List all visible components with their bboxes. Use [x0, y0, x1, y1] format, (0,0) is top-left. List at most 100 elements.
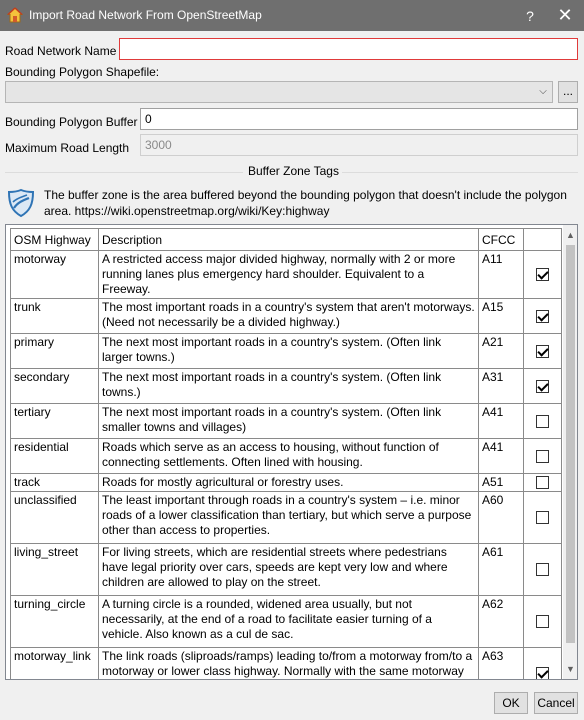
include-checkbox[interactable]: [536, 344, 549, 358]
cell-osm-highway: turning_circle: [10, 595, 99, 648]
cell-osm-highway: track: [10, 473, 99, 492]
cell-osm-highway: unclassified: [10, 491, 99, 544]
scrollbar-thumb[interactable]: [566, 245, 575, 643]
cell-osm-highway: motorway_link: [10, 647, 99, 679]
include-checkbox[interactable]: [536, 309, 549, 323]
include-checkbox[interactable]: [536, 414, 549, 428]
cell-osm-highway: primary: [10, 333, 99, 369]
vertical-scrollbar[interactable]: ▲ ▼: [563, 225, 577, 679]
cell-description: Roads which serve as an access to housin…: [98, 438, 479, 474]
column-header-include[interactable]: [523, 228, 562, 251]
cell-description: The next most important roads in a count…: [98, 333, 479, 369]
cell-include: [523, 368, 562, 404]
include-checkbox[interactable]: [536, 379, 549, 393]
home-icon: [7, 7, 23, 23]
buffer-zone-section-header: Buffer Zone Tags: [0, 164, 584, 180]
column-header-description[interactable]: Description: [98, 228, 479, 251]
include-checkbox[interactable]: [536, 667, 549, 679]
section-title: Buffer Zone Tags: [248, 164, 339, 178]
shield-info-icon: [7, 188, 35, 218]
cell-include: [523, 595, 562, 648]
scroll-up-arrow-icon[interactable]: ▲: [563, 227, 577, 243]
close-button[interactable]: ✕: [546, 0, 584, 31]
ok-button[interactable]: OK: [494, 692, 528, 714]
highway-tags-table: OSM Highway Description CFCC motorway A r…: [10, 228, 562, 679]
cell-description: The most important roads in a country's …: [98, 298, 479, 334]
cell-include: [523, 473, 562, 492]
buffer-zone-info-text: The buffer zone is the area buffered bey…: [44, 188, 567, 218]
table-row[interactable]: primary The next most important roads in …: [10, 333, 562, 369]
table-row[interactable]: track Roads for mostly agricultural or fo…: [10, 473, 562, 492]
table-row[interactable]: turning_circle A turning circle is a roun…: [10, 595, 562, 648]
table-row[interactable]: unclassified The least important through …: [10, 491, 562, 544]
cell-include: [523, 333, 562, 369]
include-checkbox[interactable]: [536, 511, 549, 525]
table-row[interactable]: motorway_link The link roads (sliproads/r…: [10, 647, 562, 679]
road-network-name-input[interactable]: [119, 38, 578, 60]
cell-description: The least important through roads in a c…: [98, 491, 479, 544]
cell-description: The next most important roads in a count…: [98, 403, 479, 439]
cell-cfcc: A21: [478, 333, 524, 369]
window-title: Import Road Network From OpenStreetMap: [29, 8, 262, 22]
divider: [5, 172, 243, 173]
column-header-cfcc[interactable]: CFCC: [478, 228, 524, 251]
help-button[interactable]: ?: [519, 5, 541, 27]
max-road-length-input[interactable]: 3000: [140, 134, 578, 156]
table-row[interactable]: tertiary The next most important roads in…: [10, 403, 562, 439]
cell-description: The link roads (sliproads/ramps) leading…: [98, 647, 479, 679]
cell-description: For living streets, which are residentia…: [98, 543, 479, 596]
table-header-row: OSM Highway Description CFCC: [10, 228, 562, 251]
cell-include: [523, 647, 562, 679]
cell-cfcc: A11: [478, 250, 524, 299]
cell-cfcc: A62: [478, 595, 524, 648]
cell-include: [523, 403, 562, 439]
table-row[interactable]: trunk The most important roads in a count…: [10, 298, 562, 334]
cell-include: [523, 438, 562, 474]
buffer-label: Bounding Polygon Buffer: [5, 115, 138, 129]
cell-osm-highway: residential: [10, 438, 99, 474]
cell-include: [523, 298, 562, 334]
chevron-down-icon: ⌵: [539, 86, 547, 97]
column-header-osm-highway[interactable]: OSM Highway: [10, 228, 99, 251]
cell-cfcc: A41: [478, 403, 524, 439]
cell-osm-highway: tertiary: [10, 403, 99, 439]
title-bar: Import Road Network From OpenStreetMap ?…: [0, 0, 584, 31]
cell-description: Roads for mostly agricultural or forestr…: [98, 473, 479, 492]
cell-description: The next most important roads in a count…: [98, 368, 479, 404]
cell-osm-highway: trunk: [10, 298, 99, 334]
cell-include: [523, 543, 562, 596]
scroll-down-arrow-icon[interactable]: ▼: [563, 661, 577, 677]
highway-tags-table-container: OSM Highway Description CFCC motorway A r…: [5, 224, 578, 680]
shapefile-label: Bounding Polygon Shapefile:: [5, 65, 160, 79]
table-row[interactable]: residential Roads which serve as an acces…: [10, 438, 562, 474]
cell-cfcc: A61: [478, 543, 524, 596]
cell-cfcc: A41: [478, 438, 524, 474]
cancel-button[interactable]: Cancel: [534, 692, 578, 714]
cell-description: A turning circle is a rounded, widened a…: [98, 595, 479, 648]
road-network-name-label: Road Network Name: [5, 44, 117, 58]
buffer-input[interactable]: 0: [140, 108, 578, 130]
cell-cfcc: A31: [478, 368, 524, 404]
max-road-length-label: Maximum Road Length: [5, 141, 130, 155]
cell-include: [523, 250, 562, 299]
cell-osm-highway: motorway: [10, 250, 99, 299]
shapefile-combobox[interactable]: ⌵: [5, 81, 553, 103]
include-checkbox[interactable]: [536, 449, 549, 463]
cell-cfcc: A60: [478, 491, 524, 544]
cell-cfcc: A63: [478, 647, 524, 679]
include-checkbox[interactable]: [536, 268, 549, 282]
cell-include: [523, 491, 562, 544]
table-row[interactable]: motorway A restricted access major divide…: [10, 250, 562, 299]
divider: [342, 172, 578, 173]
cell-cfcc: A51: [478, 473, 524, 492]
cell-description: A restricted access major divided highwa…: [98, 250, 479, 299]
include-checkbox[interactable]: [536, 563, 549, 577]
browse-button[interactable]: ...: [558, 81, 578, 103]
cell-osm-highway: living_street: [10, 543, 99, 596]
table-row[interactable]: secondary The next most important roads i…: [10, 368, 562, 404]
cell-osm-highway: secondary: [10, 368, 99, 404]
include-checkbox[interactable]: [536, 615, 549, 629]
include-checkbox[interactable]: [536, 476, 549, 490]
cell-cfcc: A15: [478, 298, 524, 334]
table-row[interactable]: living_street For living streets, which a…: [10, 543, 562, 596]
